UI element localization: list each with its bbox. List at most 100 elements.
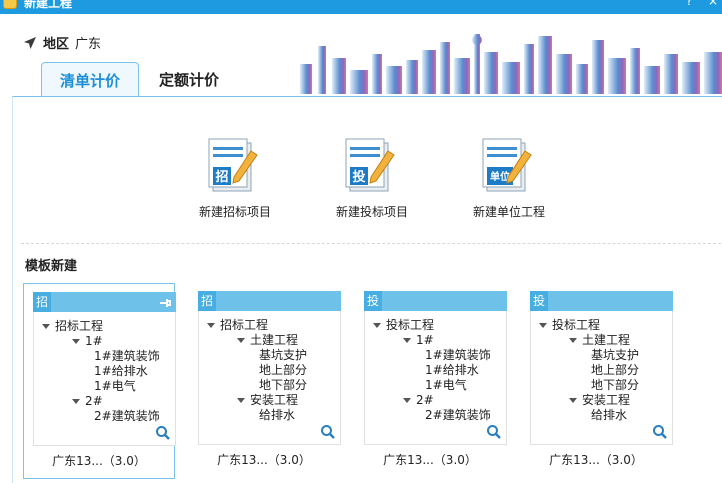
magnifier-icon[interactable] <box>652 424 668 440</box>
expand-caret-icon <box>373 323 381 328</box>
template-preview: 投投标工程 1# 1#建筑装饰 1#给排水 1#电气 2# 2#建筑装饰 <box>364 291 507 445</box>
tender-badge: 招 <box>215 169 228 185</box>
template-card[interactable]: 投投标工程 土建工程 基坑支护 地上部分 地下部分 安装工程 给排水广东13...（3.0） <box>521 283 673 479</box>
expand-caret-icon <box>569 398 577 403</box>
tree-node: 土建工程 <box>237 333 298 348</box>
tree-node: 地上部分 <box>591 363 639 378</box>
tree-node: 地上部分 <box>259 363 307 378</box>
template-footer-label: 广东13...（3.0） <box>52 454 146 468</box>
template-type-tag: 投 <box>364 291 382 311</box>
tree-node-label: 安装工程 <box>582 393 631 407</box>
magnifier-icon[interactable] <box>320 424 336 440</box>
tab-bill-pricing[interactable]: 清单计价 <box>41 62 139 97</box>
new-bid-project-label: 新建投标项目 <box>335 205 408 219</box>
template-card[interactable]: 招招标工程 土建工程 基坑支护 地上部分 地下部分 安装工程 给排水广东13...（3.0） <box>189 283 341 479</box>
expand-caret-icon <box>237 338 245 343</box>
tree-node: 安装工程 <box>237 393 298 408</box>
tree-node-label: 1#电气 <box>425 378 467 392</box>
tree-node: 2# <box>403 393 434 408</box>
tree-node-label: 基坑支护 <box>591 348 640 362</box>
tree-node: 1# <box>403 333 434 348</box>
region-label: 地区 <box>43 37 70 52</box>
help-button[interactable]: ? <box>686 0 692 8</box>
tree-node-label: 土建工程 <box>250 333 299 347</box>
magnifier-icon[interactable] <box>486 424 502 440</box>
tree-node: 安装工程 <box>569 393 630 408</box>
window-title: 新建工程 <box>24 0 73 10</box>
tree-node: 1#电气 <box>425 378 467 393</box>
expand-caret-icon <box>539 323 547 328</box>
unit-document-icon: 单位 <box>482 138 532 192</box>
template-section-title: 模板新建 <box>25 259 78 274</box>
tree-node-label: 2#建筑装饰 <box>425 408 491 422</box>
tree-node: 地下部分 <box>591 378 639 393</box>
main-panel: 招 新建招标项目 投 新建投标项目 单位 新建单位工程 模板新建 招 招标工程 … <box>12 96 722 483</box>
tree-node-label: 1# <box>85 334 103 348</box>
template-footer-label: 广东13...（3.0） <box>383 453 477 467</box>
template-card[interactable]: 投投标工程 1# 1#建筑装饰 1#给排水 1#电气 2# 2#建筑装饰广东13...（3.… <box>355 283 507 479</box>
tree-node: 2#建筑装饰 <box>94 409 160 424</box>
tender-document-icon: 招 <box>208 138 258 192</box>
template-footer-label: 广东13...（3.0） <box>549 453 643 467</box>
template-type-tag: 投 <box>530 291 548 311</box>
tree-node-label: 土建工程 <box>582 333 631 347</box>
tree-node-label: 投标工程 <box>552 318 601 332</box>
tree-node: 1#给排水 <box>425 363 479 378</box>
tree-node-label: 1#建筑装饰 <box>425 348 491 362</box>
tree-node-label: 1#给排水 <box>94 364 148 378</box>
header: 地区 广东 清单计价 定额计价 <box>0 14 722 97</box>
expand-caret-icon <box>72 399 80 404</box>
tree-node-label: 1#建筑装饰 <box>94 349 160 363</box>
tree-node: 基坑支护 <box>591 348 639 363</box>
tree-node: 地下部分 <box>259 378 307 393</box>
title-bar: 新建工程 ? × <box>0 0 722 14</box>
tree-node: 2# <box>72 394 103 409</box>
tree-node: 1# <box>72 334 103 349</box>
expand-caret-icon <box>403 398 411 403</box>
new-unit-project-label: 新建单位工程 <box>472 205 545 219</box>
tree-node-label: 地上部分 <box>591 363 640 377</box>
bid-badge: 投 <box>352 169 365 185</box>
close-button[interactable]: × <box>708 0 718 8</box>
template-type-tag: 招 <box>198 291 216 311</box>
tree-node-label: 投标工程 <box>386 318 435 332</box>
new-bid-project-button[interactable]: 投 新建投标项目 <box>317 137 427 220</box>
tree-node-label: 给排水 <box>591 408 628 422</box>
expand-caret-icon <box>237 398 245 403</box>
tree-node-label: 2# <box>85 394 103 408</box>
tree-node-label: 基坑支护 <box>259 348 308 362</box>
bid-document-icon: 投 <box>345 138 395 192</box>
tree-node: 1#建筑装饰 <box>94 349 160 364</box>
new-tender-project-button[interactable]: 招 新建招标项目 <box>180 137 290 220</box>
tree-node: 招标工程 <box>42 319 103 334</box>
tree-node-label: 招标工程 <box>220 318 269 332</box>
tree-node-label: 安装工程 <box>250 393 299 407</box>
expand-caret-icon <box>403 338 411 343</box>
app-icon <box>3 0 17 9</box>
expand-caret-icon <box>42 324 50 329</box>
tree-node-label: 给排水 <box>259 408 296 422</box>
region-selector[interactable]: 地区 广东 <box>22 33 101 52</box>
expand-caret-icon <box>72 339 80 344</box>
tree-node-label: 1# <box>416 333 434 347</box>
template-header-bar: 投 <box>364 291 507 311</box>
tree-node-label: 2#建筑装饰 <box>94 409 160 423</box>
template-footer-label: 广东13...（3.0） <box>217 453 311 467</box>
magnifier-icon[interactable] <box>155 425 171 441</box>
tree-node: 2#建筑装饰 <box>425 408 491 423</box>
template-card[interactable]: 招招标工程 1# 1#建筑装饰 1#给排水 1#电气 2# 2#建筑装饰 广东13...（3.… <box>23 283 176 479</box>
template-preview: 投投标工程 土建工程 基坑支护 地上部分 地下部分 安装工程 给排水 <box>530 291 673 445</box>
template-header-bar: 招 <box>198 291 341 311</box>
tree-node-label: 1#给排水 <box>425 363 479 377</box>
section-divider <box>21 243 721 244</box>
new-unit-project-button[interactable]: 单位 新建单位工程 <box>454 137 564 220</box>
tab-quota-pricing[interactable]: 定额计价 <box>148 62 230 96</box>
tree-node: 1#给排水 <box>94 364 148 379</box>
tree-node-label: 2# <box>416 393 434 407</box>
region-value[interactable]: 广东 <box>75 33 101 52</box>
location-arrow-icon <box>24 36 36 49</box>
tree-node: 1#电气 <box>94 379 136 394</box>
pin-icon[interactable] <box>158 295 172 309</box>
tree-node: 给排水 <box>259 408 295 423</box>
template-header-bar: 投 <box>530 291 673 311</box>
